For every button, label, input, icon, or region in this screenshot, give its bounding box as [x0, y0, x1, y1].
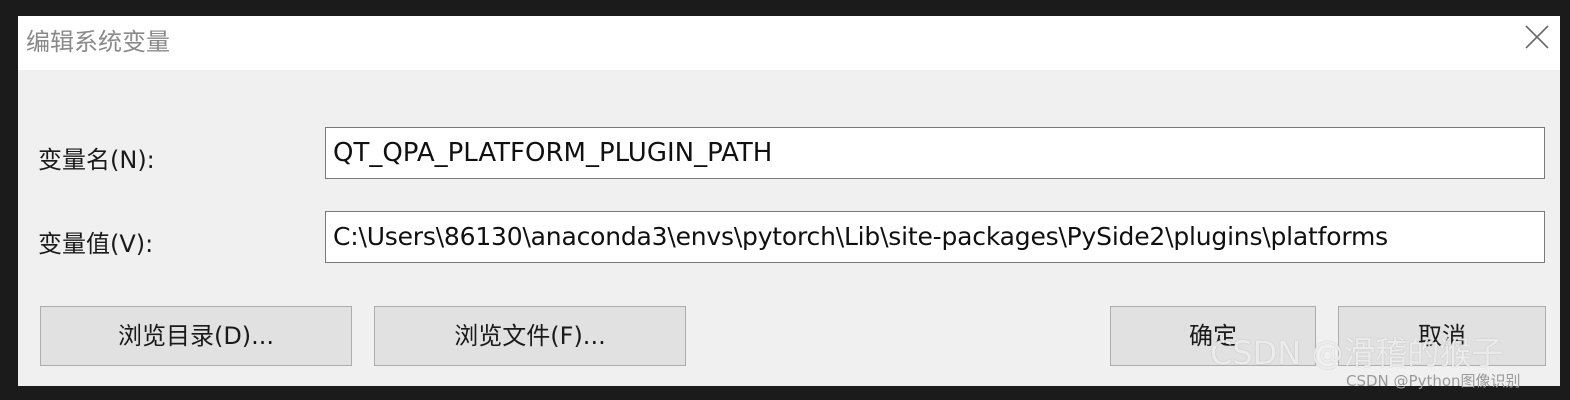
close-button[interactable] [1520, 20, 1554, 54]
cancel-button[interactable]: 取消 [1338, 306, 1546, 366]
dialog-titlebar: 编辑系统变量 [18, 16, 1560, 70]
variable-value-input[interactable]: C:\Users\86130\anaconda3\envs\pytorch\Li… [325, 211, 1545, 263]
screen-frame: 编辑系统变量 变量名(N): QT_QPA_PLATFORM_PLUGIN_PA… [0, 0, 1570, 400]
browse-directory-button[interactable]: 浏览目录(D)... [40, 306, 352, 366]
browse-file-button[interactable]: 浏览文件(F)... [374, 306, 686, 366]
dialog-title: 编辑系统变量 [26, 28, 170, 56]
variable-name-label: 变量名(N): [38, 146, 155, 174]
close-icon [1525, 25, 1549, 49]
ok-button[interactable]: 确定 [1110, 306, 1316, 366]
variable-value-label: 变量值(V): [38, 230, 154, 258]
edit-system-variable-dialog: 编辑系统变量 变量名(N): QT_QPA_PLATFORM_PLUGIN_PA… [18, 16, 1560, 386]
variable-name-input[interactable]: QT_QPA_PLATFORM_PLUGIN_PATH [325, 127, 1545, 179]
